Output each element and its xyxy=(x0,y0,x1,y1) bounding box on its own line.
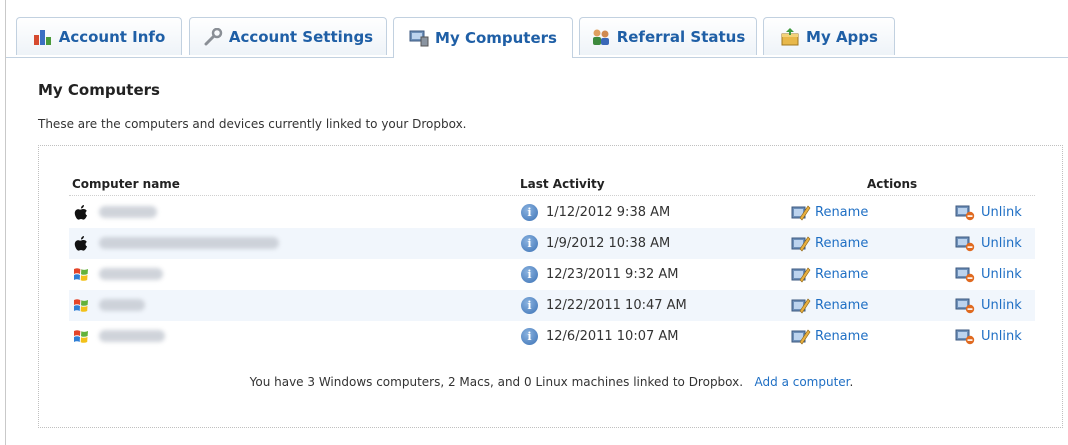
tab-my-apps[interactable]: My Apps xyxy=(763,17,895,55)
computer-name xyxy=(99,237,279,249)
tab-label: Account Settings xyxy=(228,27,374,46)
unlink-icon[interactable] xyxy=(955,234,975,252)
tab-bar: Account Info Account Settings My Compute… xyxy=(6,17,1068,58)
column-header-actions: Actions xyxy=(867,177,918,191)
info-icon[interactable]: i xyxy=(521,266,538,283)
unlink-link[interactable]: Unlink xyxy=(981,298,1022,313)
last-activity: 12/6/2011 10:07 AM xyxy=(546,329,679,344)
unlink-link[interactable]: Unlink xyxy=(981,236,1022,251)
last-activity: 1/12/2012 9:38 AM xyxy=(546,205,671,220)
table-row: i 1/9/2012 10:38 AM Rename Unlink xyxy=(69,228,1035,259)
page-description: These are the computers and devices curr… xyxy=(38,117,467,131)
unlink-icon[interactable] xyxy=(955,327,975,345)
computer-name xyxy=(99,330,165,342)
info-icon[interactable]: i xyxy=(521,235,538,252)
computer-name xyxy=(99,299,145,311)
table-row: i 1/12/2012 9:38 AM Rename Unlink xyxy=(69,197,1035,228)
tab-label: Referral Status xyxy=(616,27,746,46)
table-row: i 12/23/2011 9:32 AM Rename Unlink xyxy=(69,259,1035,290)
unlink-link[interactable]: Unlink xyxy=(981,267,1022,282)
unlink-icon[interactable] xyxy=(955,265,975,283)
summary-line: You have 3 Windows computers, 2 Macs, an… xyxy=(249,375,854,389)
page-title: My Computers xyxy=(38,81,160,99)
computer-icon xyxy=(409,29,429,47)
computers-panel: Computer name Last Activity Actions i 1/… xyxy=(38,145,1063,428)
column-header-last-activity: Last Activity xyxy=(520,177,605,191)
table-row: i 12/22/2011 10:47 AM Rename Unlink xyxy=(69,290,1035,321)
unlink-link[interactable]: Unlink xyxy=(981,329,1022,344)
apple-icon xyxy=(73,235,89,252)
rename-icon[interactable] xyxy=(791,234,811,252)
last-activity: 1/9/2012 10:38 AM xyxy=(546,236,671,251)
computer-name xyxy=(99,206,157,218)
tab-account-settings[interactable]: Account Settings xyxy=(189,17,387,55)
column-header-computer-name: Computer name xyxy=(72,177,180,191)
rename-link[interactable]: Rename xyxy=(815,205,868,220)
tab-account-info[interactable]: Account Info xyxy=(16,17,182,55)
table-row: i 12/6/2011 10:07 AM Rename Unlink xyxy=(69,321,1035,352)
rename-icon[interactable] xyxy=(791,327,811,345)
app-box-icon xyxy=(780,27,800,46)
rename-link[interactable]: Rename xyxy=(815,329,868,344)
unlink-link[interactable]: Unlink xyxy=(981,205,1022,220)
rename-icon[interactable] xyxy=(791,203,811,221)
computer-name xyxy=(99,268,163,280)
info-icon[interactable]: i xyxy=(521,297,538,314)
rename-link[interactable]: Rename xyxy=(815,298,868,313)
rename-link[interactable]: Rename xyxy=(815,267,868,282)
add-computer-link[interactable]: Add a computer xyxy=(755,375,850,389)
last-activity: 12/23/2011 9:32 AM xyxy=(546,267,679,282)
rename-icon[interactable] xyxy=(791,296,811,314)
windows-icon xyxy=(73,297,89,314)
windows-icon xyxy=(73,328,89,345)
tab-referral-status[interactable]: Referral Status xyxy=(579,17,757,55)
wrench-icon xyxy=(203,27,223,46)
unlink-icon[interactable] xyxy=(955,203,975,221)
account-page: Account Info Account Settings My Compute… xyxy=(5,0,1068,445)
people-icon xyxy=(591,28,611,46)
summary-text: You have 3 Windows computers, 2 Macs, an… xyxy=(249,375,744,389)
tab-label: My Apps xyxy=(806,27,878,46)
unlink-icon[interactable] xyxy=(955,296,975,314)
tab-label: My Computers xyxy=(435,29,557,47)
rename-link[interactable]: Rename xyxy=(815,236,868,251)
info-icon[interactable]: i xyxy=(521,328,538,345)
bar-chart-icon xyxy=(33,28,53,46)
windows-icon xyxy=(73,266,89,283)
info-icon[interactable]: i xyxy=(521,204,538,221)
rename-icon[interactable] xyxy=(791,265,811,283)
header-divider xyxy=(69,195,1035,196)
last-activity: 12/22/2011 10:47 AM xyxy=(546,298,687,313)
apple-icon xyxy=(73,204,89,221)
tab-my-computers[interactable]: My Computers xyxy=(393,17,573,58)
tab-label: Account Info xyxy=(58,27,166,46)
